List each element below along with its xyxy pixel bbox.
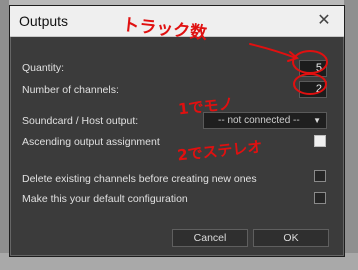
ascending-checkbox[interactable] (314, 135, 326, 147)
channels-label: Number of channels: (22, 84, 119, 96)
soundcard-label: Soundcard / Host output: (22, 115, 139, 127)
outputs-dialog: Outputs ✕ Quantity: 5 Number of channels… (9, 5, 345, 257)
soundcard-select[interactable]: -- not connected -- ▼ (203, 112, 327, 129)
dialog-titlebar[interactable]: Outputs ✕ (10, 6, 344, 37)
quantity-input[interactable]: 5 (299, 60, 327, 77)
channels-input[interactable]: 2 (299, 81, 327, 98)
background-window-right (344, 0, 358, 270)
default-config-label: Make this your default configuration (22, 193, 188, 205)
ok-button[interactable]: OK (253, 229, 329, 247)
close-icon[interactable]: ✕ (314, 11, 334, 31)
background-window-left (0, 0, 9, 270)
cancel-button[interactable]: Cancel (172, 229, 248, 247)
chevron-down-icon: ▼ (313, 116, 321, 125)
soundcard-value: -- not connected -- (218, 115, 300, 126)
default-config-checkbox[interactable] (314, 192, 326, 204)
delete-existing-checkbox[interactable] (314, 170, 326, 182)
dialog-title: Outputs (19, 13, 69, 29)
ascending-label: Ascending output assignment (22, 136, 160, 148)
quantity-label: Quantity: (22, 62, 65, 74)
delete-existing-label: Delete existing channels before creating… (22, 173, 257, 185)
